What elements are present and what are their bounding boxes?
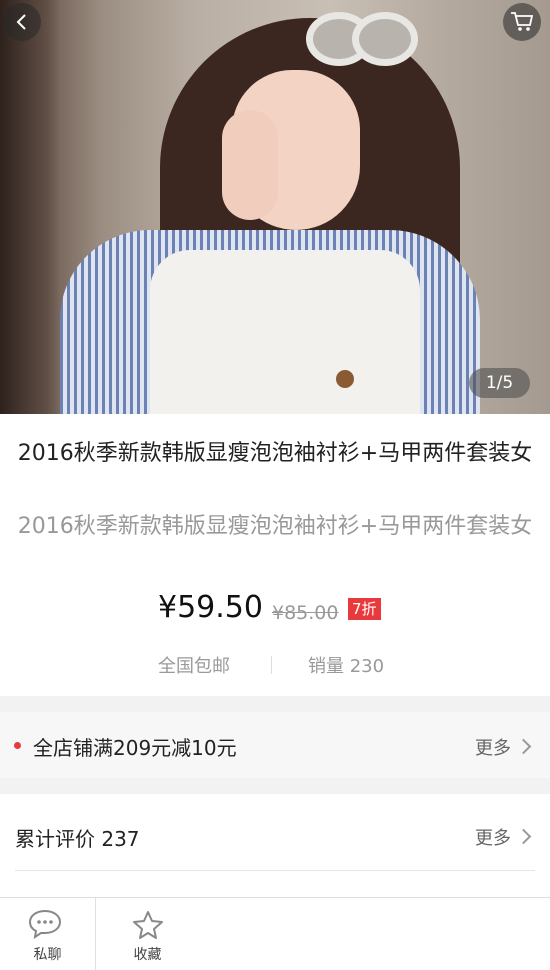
image-background: [0, 0, 60, 414]
promo-text: 全店铺满209元减10元: [33, 736, 237, 760]
favorite-button[interactable]: 收藏: [100, 898, 195, 970]
product-image[interactable]: 1/5: [0, 0, 550, 414]
product-info: 2016秋季新款韩版显瘦泡泡袖衬衫+马甲两件套装女 2016秋季新款韩版显瘦泡泡…: [0, 414, 550, 696]
promo-row[interactable]: 全店铺满209元减10元 更多: [0, 712, 550, 778]
star-icon: [133, 911, 163, 939]
promo-more-link[interactable]: 更多: [475, 734, 511, 760]
chevron-right-icon: [515, 738, 532, 755]
image-pager: 1/5: [469, 368, 530, 398]
bottom-bar: 私聊 收藏: [0, 897, 550, 970]
reviews-more-link[interactable]: 更多: [475, 824, 511, 850]
image-sunglasses-right: [352, 12, 418, 66]
reviews-divider: [15, 870, 535, 871]
original-price: ¥85.00: [272, 602, 339, 624]
meta-divider: [271, 656, 272, 674]
price-row: ¥59.50 ¥85.00 7折: [0, 590, 550, 630]
product-title: 2016秋季新款韩版显瘦泡泡袖衬衫+马甲两件套装女: [17, 441, 533, 466]
reviews-section: 累计评价 237 更多: [0, 794, 550, 904]
chat-button[interactable]: 私聊: [0, 898, 95, 970]
sales-count: 销量 230: [308, 656, 385, 677]
meta-row: 全国包邮 销量 230: [0, 650, 550, 678]
product-subtitle: 2016秋季新款韩版显瘦泡泡袖衬衫+马甲两件套装女: [17, 514, 533, 539]
discount-badge: 7折: [348, 598, 381, 620]
image-vest-button: [336, 370, 354, 388]
shipping-info: 全国包邮: [158, 656, 230, 677]
image-hand: [222, 110, 278, 220]
cart-button[interactable]: [503, 3, 541, 41]
chevron-right-icon: [515, 828, 532, 845]
reviews-count: 累计评价 237: [15, 827, 140, 851]
favorite-label: 收藏: [133, 947, 162, 963]
chevron-left-icon: [16, 14, 26, 30]
chat-bubble-icon: [28, 909, 62, 940]
current-price: ¥59.50: [158, 590, 263, 625]
image-vest: [150, 250, 420, 414]
shopping-cart-icon: [511, 12, 534, 31]
bottom-bar-divider: [95, 898, 96, 970]
chat-label: 私聊: [33, 947, 62, 963]
promo-dot: [14, 742, 21, 749]
back-button[interactable]: [3, 3, 41, 41]
